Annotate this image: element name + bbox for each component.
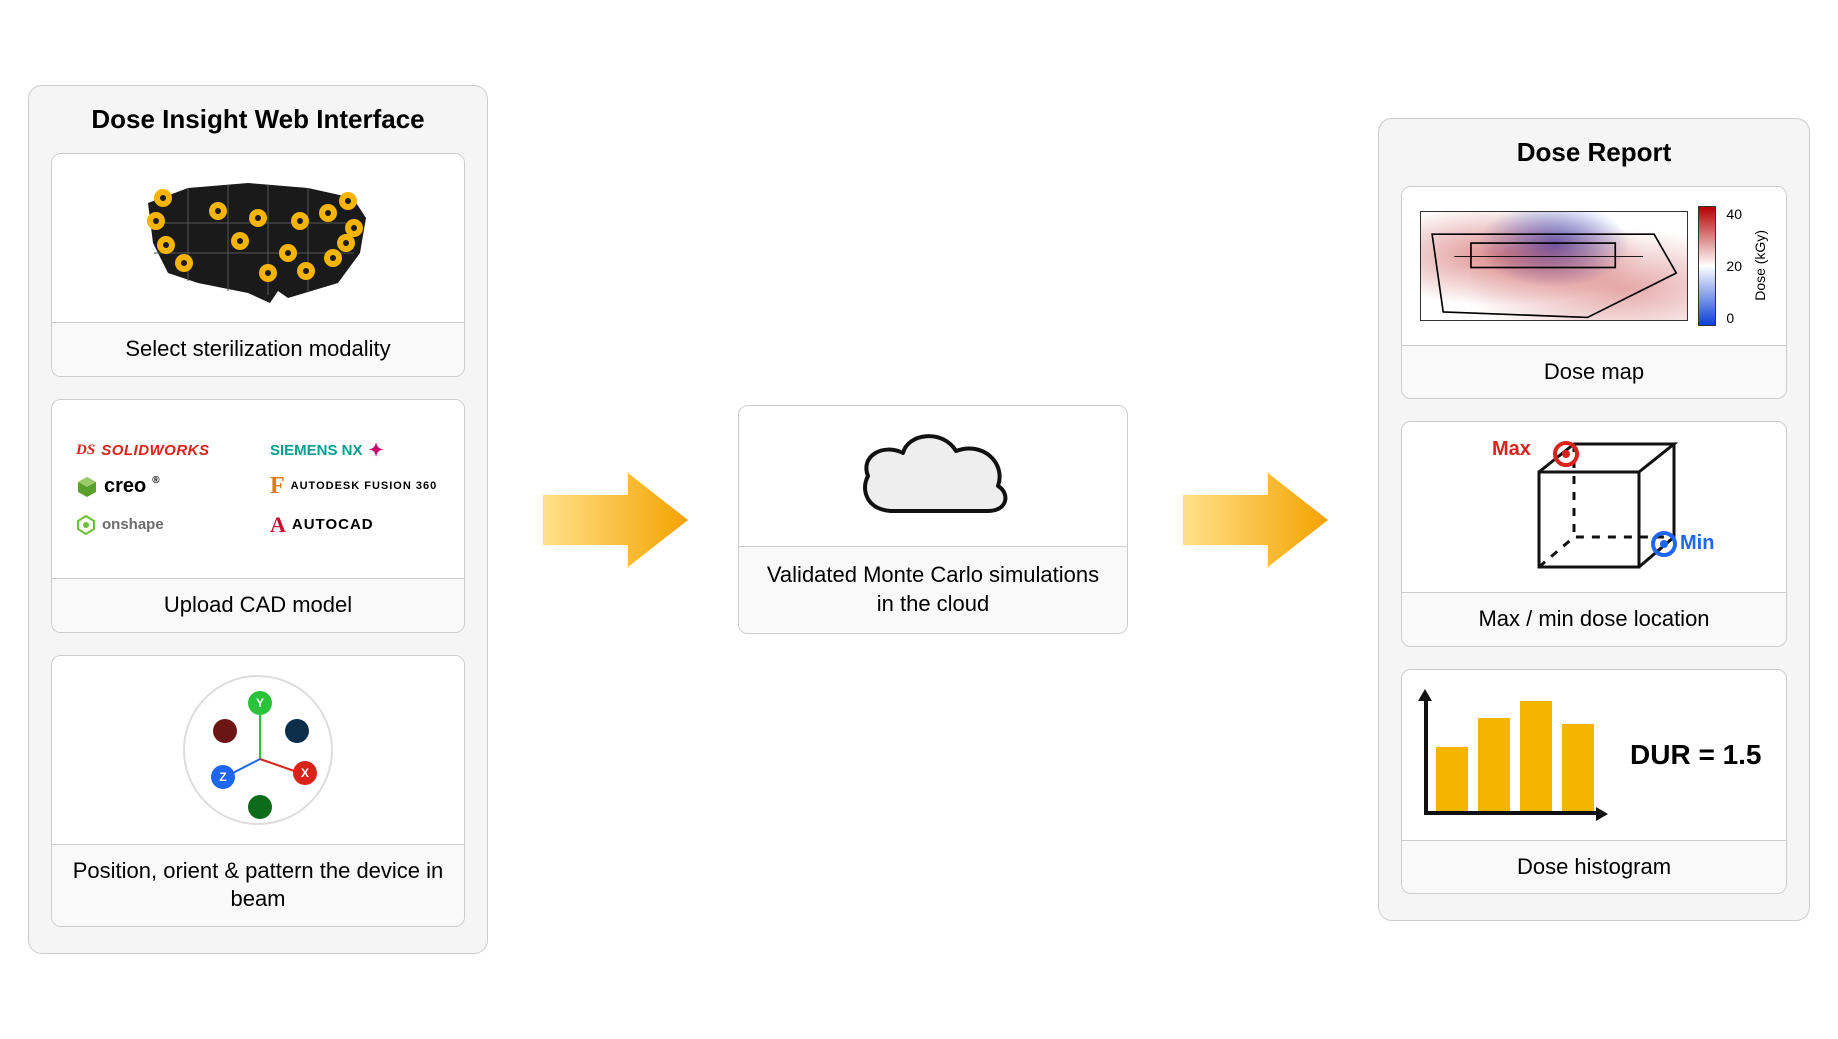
left-panel: Dose Insight Web Interface	[28, 85, 488, 953]
center-card: Validated Monte Carlo simulations in the…	[738, 405, 1128, 633]
max-label: Max	[1492, 438, 1531, 461]
usa-map-visual	[52, 154, 464, 322]
logo-autocad: A AUTOCAD	[270, 512, 440, 538]
card-caption: Dose histogram	[1402, 840, 1786, 894]
dose-map-visual: 40 20 0 Dose (kGy)	[1402, 187, 1786, 345]
cube-green-icon	[76, 475, 98, 497]
logo-onshape: onshape	[76, 512, 246, 538]
cube-visual: Max Min	[1402, 422, 1786, 592]
arrow-center-to-right	[1164, 465, 1342, 575]
logo-fusion360: F AUTODESK FUSION 360	[270, 473, 440, 500]
cloud-icon	[848, 421, 1018, 531]
orientation-gizmo-icon: Y X Z	[183, 675, 333, 825]
cad-logos-visual: DS SOLIDWORKS SIEMENS NX ✦ creo® F AUTOD…	[52, 400, 464, 578]
card-select-modality: Select sterilization modality	[51, 153, 465, 377]
logo-creo: creo®	[76, 473, 246, 500]
left-panel-title: Dose Insight Web Interface	[51, 104, 465, 135]
right-panel-title: Dose Report	[1401, 137, 1787, 168]
usa-map-icon	[128, 163, 388, 313]
card-caption: Select sterilization modality	[52, 322, 464, 376]
card-caption: Upload CAD model	[52, 578, 464, 632]
hex-green-icon	[76, 515, 96, 535]
card-caption: Position, orient & pattern the device in…	[52, 844, 464, 926]
cloud-visual	[739, 406, 1127, 546]
logo-solidworks: DS SOLIDWORKS	[76, 440, 246, 461]
card-upload-cad: DS SOLIDWORKS SIEMENS NX ✦ creo® F AUTOD…	[51, 399, 465, 633]
histogram-visual: DUR = 1.5	[1402, 670, 1786, 840]
right-panel: Dose Report 40 20 0 Dose (	[1378, 118, 1810, 922]
min-label: Min	[1680, 532, 1714, 555]
card-dose-map: 40 20 0 Dose (kGy) Dose map	[1401, 186, 1787, 400]
card-max-min: Max Min Max / min dose location	[1401, 421, 1787, 647]
center-caption: Validated Monte Carlo simulations in the…	[739, 546, 1127, 632]
card-caption: Dose map	[1402, 345, 1786, 399]
colorbar-ticks: 40 20 0	[1726, 206, 1742, 326]
arrow-left-to-center	[524, 465, 702, 575]
colorbar-icon	[1698, 206, 1716, 326]
bar-chart-icon	[1424, 695, 1602, 815]
card-histogram: DUR = 1.5 Dose histogram	[1401, 669, 1787, 895]
card-caption: Max / min dose location	[1402, 592, 1786, 646]
logo-siemensnx: SIEMENS NX ✦	[270, 440, 440, 461]
card-position-orient: Y X Z Position, orient & pattern the dev…	[51, 655, 465, 927]
arrow-right-icon	[1173, 465, 1333, 575]
arrow-right-icon	[533, 465, 693, 575]
colorbar-label: Dose (kGy)	[1752, 230, 1768, 301]
dur-value: DUR = 1.5	[1630, 739, 1762, 771]
heatmap-icon	[1420, 211, 1688, 321]
orientation-visual: Y X Z	[52, 656, 464, 844]
